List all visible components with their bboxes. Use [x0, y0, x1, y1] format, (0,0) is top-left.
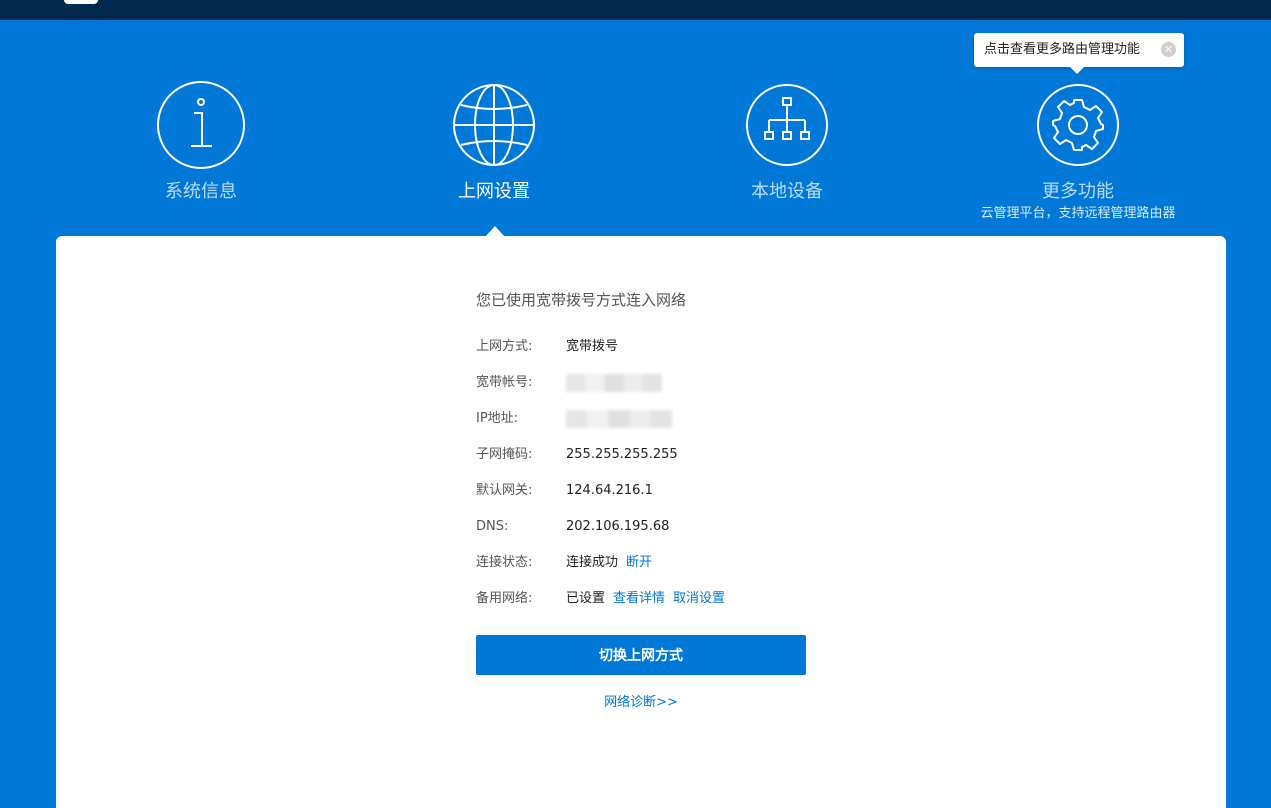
redacted-account: [566, 373, 662, 392]
info-row-subnet: 子网掩码: 255.255.255.255: [476, 445, 678, 465]
connection-status-title: 您已使用宽带拨号方式连入网络: [476, 291, 687, 309]
row-value: 已设置: [566, 591, 606, 606]
row-label: 连接状态:: [476, 555, 533, 570]
feature-tooltip[interactable]: 点击查看更多路由管理功能 ✕: [974, 33, 1184, 74]
network-topology-icon: [746, 84, 828, 166]
row-label: 默认网关:: [476, 483, 533, 498]
gear-icon: [1037, 84, 1119, 166]
row-label: 子网掩码:: [476, 447, 533, 462]
redacted-ip: [566, 409, 672, 428]
nav-label: 上网设置: [458, 181, 530, 202]
row-value: 255.255.255.255: [566, 447, 678, 462]
active-indicator: [485, 226, 505, 237]
nav-subtitle: 云管理平台，支持远程管理路由器: [980, 206, 1176, 221]
row-label: 上网方式:: [476, 339, 533, 354]
info-icon: [157, 81, 245, 169]
cancel-settings-link[interactable]: 取消设置: [673, 591, 725, 606]
info-row-backup-network: 备用网络: 已设置 查看详情 取消设置: [476, 589, 725, 609]
row-label: DNS:: [476, 519, 509, 534]
row-label: 备用网络:: [476, 591, 533, 606]
info-row-account: 宽带帐号:: [476, 373, 662, 393]
row-value: 宽带拨号: [566, 339, 619, 354]
switch-connection-button[interactable]: 切换上网方式: [476, 635, 806, 675]
info-row-dns: DNS: 202.106.195.68: [476, 517, 669, 537]
row-value: 连接成功: [566, 555, 619, 570]
tooltip-text: 点击查看更多路由管理功能: [984, 42, 1141, 57]
nav-item-more-features[interactable]: 更多功能 云管理平台，支持远程管理路由器: [968, 80, 1188, 223]
nav-item-system-info[interactable]: 系统信息: [91, 80, 311, 204]
nav-label: 系统信息: [165, 181, 237, 202]
nav-item-internet-settings[interactable]: 上网设置: [384, 80, 604, 204]
close-circle-icon[interactable]: ✕: [1161, 42, 1176, 57]
row-label: IP地址:: [476, 411, 519, 426]
row-label: 宽带帐号:: [476, 375, 533, 390]
view-details-link[interactable]: 查看详情: [613, 591, 665, 606]
content-panel: 您已使用宽带拨号方式连入网络 上网方式: 宽带拨号 宽带帐号: IP地址: 子网掩…: [56, 236, 1226, 808]
info-row-gateway: 默认网关: 124.64.216.1: [476, 481, 653, 501]
nav-label: 更多功能: [1042, 181, 1114, 202]
row-value: 124.64.216.1: [566, 483, 653, 498]
nav-label: 本地设备: [751, 181, 823, 202]
disconnect-link[interactable]: 断开: [626, 555, 652, 570]
network-diagnose-link[interactable]: 网络诊断>>: [476, 691, 806, 710]
nav-item-local-devices[interactable]: 本地设备: [677, 80, 897, 204]
info-row-connection-type: 上网方式: 宽带拨号: [476, 337, 618, 357]
globe-icon: [453, 84, 535, 166]
row-value: 202.106.195.68: [566, 519, 670, 534]
info-row-connection-state: 连接状态: 连接成功 断开: [476, 553, 652, 573]
info-row-ip: IP地址:: [476, 409, 672, 429]
